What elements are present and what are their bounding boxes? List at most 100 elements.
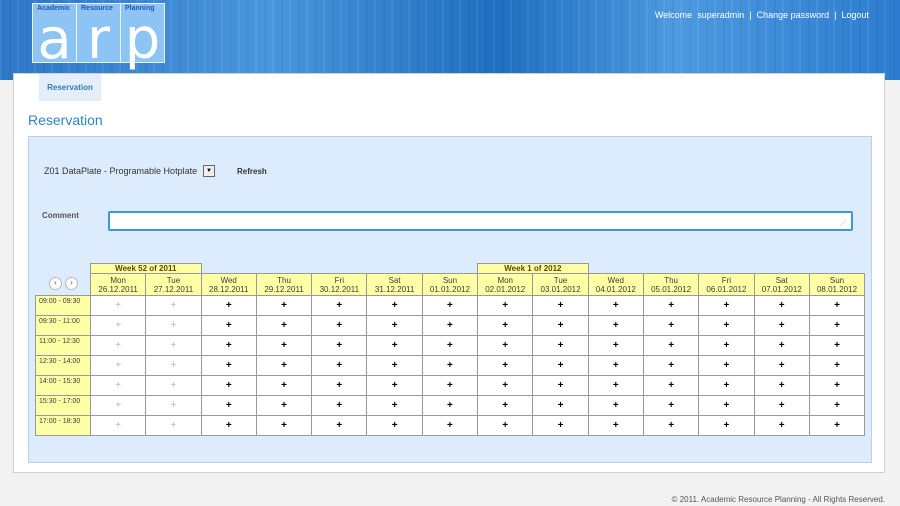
reserve-slot-cell[interactable]: + [255, 315, 313, 336]
reserve-slot-cell[interactable]: + [753, 415, 810, 436]
arp-logo: Academic a Resource r Planning p [32, 3, 165, 68]
day-name: Fri [334, 275, 344, 285]
reserve-slot-cell[interactable]: + [698, 395, 755, 416]
reserve-slot-cell[interactable]: + [366, 315, 423, 336]
reserve-slot-cell[interactable]: + [587, 295, 644, 316]
reserve-slot-cell[interactable]: + [698, 335, 755, 356]
reserve-slot-cell[interactable]: + [642, 335, 700, 356]
dropdown-arrow-icon[interactable]: ▼ [203, 165, 215, 177]
change-password-link[interactable]: Change password [757, 10, 830, 20]
resize-handle-icon[interactable]: ⋰ [840, 219, 847, 227]
reserve-slot-cell[interactable]: + [421, 315, 479, 336]
reserve-slot-cell[interactable]: + [532, 315, 589, 336]
reserve-slot-cell[interactable]: + [421, 415, 479, 436]
time-slot-label: 11:00 - 12:30 [35, 335, 91, 356]
reserve-slot-cell[interactable]: + [808, 315, 866, 336]
reserve-slot-cell[interactable]: + [532, 395, 589, 416]
reserve-slot-cell[interactable]: + [477, 315, 534, 336]
reserve-slot-cell[interactable]: + [421, 395, 479, 416]
reserve-slot-cell[interactable]: + [587, 315, 644, 336]
reserve-slot-cell[interactable]: + [642, 295, 700, 316]
reserve-slot-cell[interactable]: + [255, 415, 313, 436]
reserve-slot-cell[interactable]: + [532, 375, 589, 396]
reserve-slot-cell[interactable]: + [698, 295, 755, 316]
reserve-slot-cell[interactable]: + [587, 375, 644, 396]
reserve-slot-cell[interactable]: + [477, 295, 534, 316]
reserve-slot-cell[interactable]: + [477, 335, 534, 356]
reserve-slot-cell[interactable]: + [587, 395, 644, 416]
reserve-slot-cell[interactable]: + [311, 395, 368, 416]
reserve-slot-cell[interactable]: + [698, 315, 755, 336]
reserve-slot-cell[interactable]: + [200, 355, 257, 376]
reserve-slot-cell[interactable]: + [366, 335, 423, 356]
reserve-slot-cell[interactable]: + [366, 295, 423, 316]
reserve-slot-cell[interactable]: + [808, 355, 866, 376]
reserve-slot-cell[interactable]: + [200, 375, 257, 396]
reserve-slot-cell[interactable]: + [311, 415, 368, 436]
reserve-slot-cell[interactable]: + [587, 355, 644, 376]
reserve-slot-cell[interactable]: + [311, 335, 368, 356]
reserve-slot-cell[interactable]: + [200, 415, 257, 436]
reserve-slot-cell[interactable]: + [366, 395, 423, 416]
reserve-slot-cell[interactable]: + [642, 395, 700, 416]
time-slot-label: 14:00 - 15:30 [35, 375, 91, 396]
reserve-slot-cell[interactable]: + [311, 295, 368, 316]
reserve-slot-cell[interactable]: + [255, 375, 313, 396]
reserve-slot-cell[interactable]: + [753, 355, 810, 376]
slot-row: 12:30 - 14:00 + + + + + + + + + + + + + + [35, 355, 866, 376]
reserve-slot-cell[interactable]: + [753, 315, 810, 336]
reserve-slot-cell[interactable]: + [255, 335, 313, 356]
reserve-slot-cell[interactable]: + [200, 315, 257, 336]
reserve-slot-cell[interactable]: + [532, 415, 589, 436]
reserve-slot-cell[interactable]: + [642, 415, 700, 436]
refresh-button[interactable]: Refresh [237, 167, 267, 176]
reserve-slot-cell[interactable]: + [642, 355, 700, 376]
reserve-slot-cell[interactable]: + [200, 335, 257, 356]
reserve-slot-cell[interactable]: + [587, 335, 644, 356]
reserve-slot-cell[interactable]: + [255, 355, 313, 376]
reserve-slot-cell[interactable]: + [477, 375, 534, 396]
reserve-slot-cell[interactable]: + [753, 295, 810, 316]
slot-row: 11:00 - 12:30 + + + + + + + + + + + + + + [35, 335, 866, 356]
reserve-slot-cell[interactable]: + [698, 415, 755, 436]
reserve-slot-cell[interactable]: + [808, 415, 866, 436]
reserve-slot-cell[interactable]: + [753, 395, 810, 416]
reserve-slot-cell[interactable]: + [477, 415, 534, 436]
reserve-slot-cell[interactable]: + [200, 395, 257, 416]
resource-select[interactable]: Z01 DataPlate - Programable Hotplate ▼ [44, 164, 215, 178]
reserve-slot-cell[interactable]: + [421, 295, 479, 316]
reserve-slot-cell[interactable]: + [753, 375, 810, 396]
reserve-slot-cell[interactable]: + [808, 295, 866, 316]
reserve-slot-cell[interactable]: + [808, 335, 866, 356]
reserve-slot-cell[interactable]: + [311, 355, 368, 376]
reserve-slot-cell[interactable]: + [532, 335, 589, 356]
reserve-slot-cell[interactable]: + [477, 395, 534, 416]
reserve-slot-cell[interactable]: + [753, 335, 810, 356]
reserve-slot-cell[interactable]: + [366, 355, 423, 376]
reserve-slot-cell[interactable]: + [642, 375, 700, 396]
reserve-slot-cell[interactable]: + [255, 395, 313, 416]
reserve-slot-cell[interactable]: + [642, 315, 700, 336]
reserve-slot-cell[interactable]: + [311, 375, 368, 396]
reserve-slot-cell[interactable]: + [366, 375, 423, 396]
header-banner: Academic a Resource r Planning p Welcome… [0, 0, 900, 80]
reserve-slot-cell[interactable]: + [200, 295, 257, 316]
reserve-slot-cell[interactable]: + [532, 355, 589, 376]
reserve-slot-cell[interactable]: + [587, 415, 644, 436]
reserve-slot-cell[interactable]: + [808, 395, 866, 416]
reserve-slot-cell[interactable]: + [255, 295, 313, 316]
tab-reservation[interactable]: Reservation [39, 74, 101, 101]
reserve-slot-cell[interactable]: + [366, 415, 423, 436]
reserve-slot-cell[interactable]: + [477, 355, 534, 376]
comment-textarea[interactable]: ⋰ [108, 211, 853, 231]
reserve-slot-cell: + [89, 355, 147, 376]
reserve-slot-cell[interactable]: + [698, 355, 755, 376]
reserve-slot-cell[interactable]: + [311, 315, 368, 336]
reserve-slot-cell[interactable]: + [421, 375, 479, 396]
reserve-slot-cell[interactable]: + [808, 375, 866, 396]
reserve-slot-cell[interactable]: + [421, 355, 479, 376]
reserve-slot-cell[interactable]: + [421, 335, 479, 356]
logout-link[interactable]: Logout [841, 10, 869, 20]
reserve-slot-cell[interactable]: + [698, 375, 755, 396]
reserve-slot-cell[interactable]: + [532, 295, 589, 316]
